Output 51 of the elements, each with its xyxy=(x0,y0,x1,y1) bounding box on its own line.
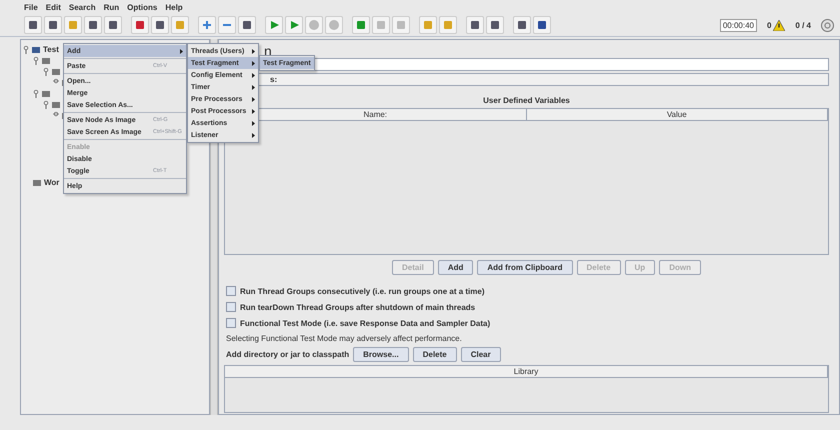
classpath-button[interactable]: Delete xyxy=(412,346,457,362)
submenu-arrow-icon xyxy=(252,48,255,54)
warning-count: 0 xyxy=(766,20,772,30)
submenu-arrow-icon xyxy=(252,72,255,78)
menu-title[interactable]: File xyxy=(24,2,38,12)
play-no-pause-icon[interactable] xyxy=(288,19,300,31)
node-icon xyxy=(52,100,60,108)
tree-item[interactable]: Wor xyxy=(44,178,60,187)
classpath-button[interactable]: Clear xyxy=(460,346,501,362)
comments-field[interactable]: s: xyxy=(257,73,829,86)
table-button[interactable]: Add from Clipboard xyxy=(477,260,572,275)
checkbox-label: Run Thread Groups consecutively (i.e. run groups one at a time) xyxy=(240,286,484,296)
expander-icon[interactable] xyxy=(43,100,49,108)
classpath-label: Add directory or jar to classpath xyxy=(226,350,350,358)
note-text: Selecting Functional Test Mode may adversely affect performance. xyxy=(225,332,463,345)
node-icon xyxy=(52,68,60,76)
section-title: User Defined Variables xyxy=(483,96,570,107)
play-icon[interactable] xyxy=(268,19,280,31)
submenu-arrow-icon xyxy=(252,84,255,90)
menu-title[interactable]: Help xyxy=(165,2,183,12)
plus-icon[interactable] xyxy=(201,19,213,31)
expander-icon[interactable] xyxy=(23,46,29,54)
expander-icon[interactable] xyxy=(33,90,39,98)
expander-icon[interactable] xyxy=(33,56,39,64)
column-header[interactable]: Name: xyxy=(363,110,388,119)
checkbox-label: Run tearDown Thread Groups after shutdown of main threads xyxy=(240,302,476,312)
menu-title[interactable]: Search xyxy=(68,2,96,12)
thread-count: 0 / 4 xyxy=(795,20,811,30)
column-header[interactable]: Value xyxy=(666,110,687,119)
menu-title[interactable]: Run xyxy=(104,2,120,12)
node-icon xyxy=(33,178,41,186)
menu-title[interactable]: Edit xyxy=(46,2,61,12)
submenu-arrow-icon xyxy=(252,132,255,138)
checkbox[interactable] xyxy=(226,318,236,328)
submenu-arrow-icon xyxy=(252,120,255,126)
checkbox[interactable] xyxy=(226,286,236,296)
node-icon xyxy=(42,56,50,64)
submenu-arrow-icon xyxy=(252,60,255,66)
classpath-button[interactable]: Browse... xyxy=(353,346,409,362)
submenu-arrow-icon xyxy=(252,96,255,102)
expander-icon[interactable] xyxy=(43,68,49,76)
checkbox[interactable] xyxy=(226,302,236,312)
warning-icon xyxy=(773,20,786,30)
elapsed-time: 00:00:40 xyxy=(720,18,757,32)
table-button[interactable]: Add xyxy=(438,260,474,275)
column-header[interactable]: Library xyxy=(514,367,538,376)
submenu-arrow-icon xyxy=(252,108,255,114)
tree-item[interactable]: Test xyxy=(43,45,59,54)
node-icon xyxy=(42,90,50,98)
checkbox-label: Functional Test Mode (i.e. save Response Data and Sampler Data) xyxy=(240,318,490,328)
menu-title[interactable]: Options xyxy=(127,2,158,12)
